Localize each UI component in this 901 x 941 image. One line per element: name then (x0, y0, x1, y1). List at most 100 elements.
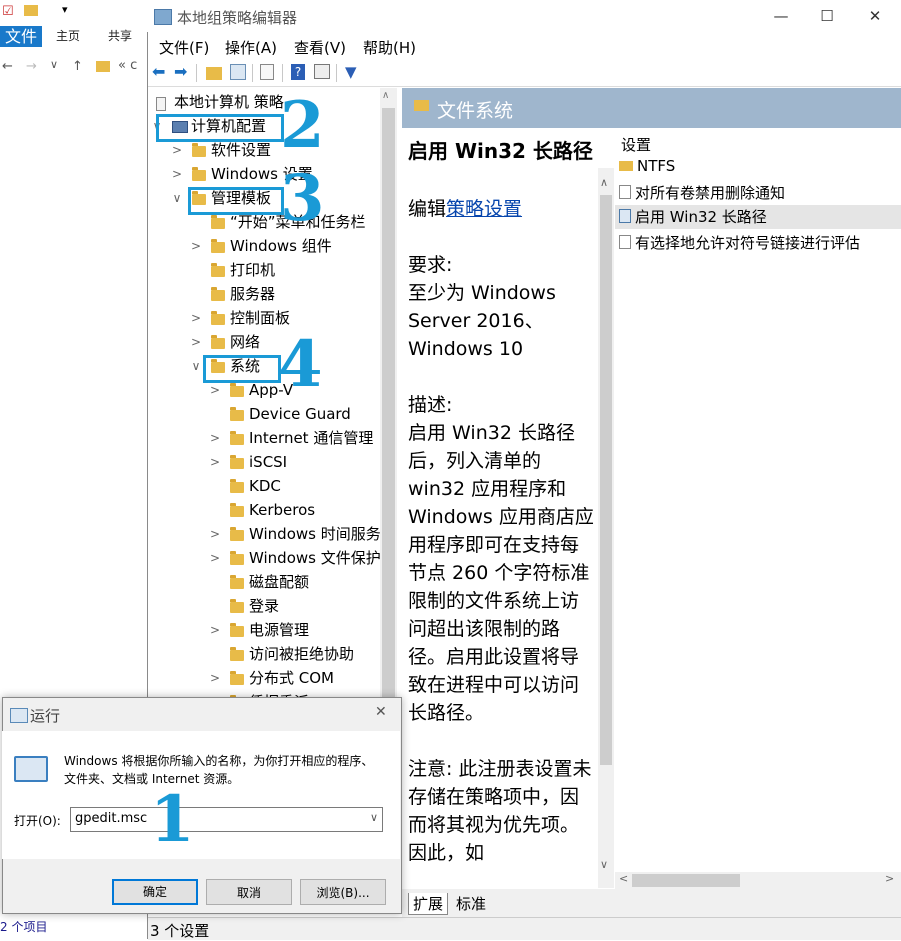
scroll-up-icon[interactable]: ∧ (382, 90, 389, 101)
tree-node-label: Internet 通信管理 (249, 429, 374, 447)
checkbox-icon[interactable]: ☑ (2, 4, 14, 19)
tree-node-label: KDC (249, 477, 281, 495)
export-list-icon[interactable] (260, 64, 274, 80)
toolbar-separator (252, 64, 253, 82)
menu-view[interactable]: 查看(V) (294, 37, 346, 58)
annotation-box-3 (188, 187, 284, 215)
folder-icon (230, 671, 244, 685)
tab-standard[interactable]: 标准 (452, 893, 490, 914)
chevron-right-icon[interactable]: > (191, 235, 201, 257)
tree-node-label: Windows 时间服务 (249, 525, 381, 543)
chevron-right-icon[interactable]: > (210, 667, 220, 689)
list-item-setting[interactable]: 对所有卷禁用删除通知 (619, 182, 785, 203)
menu-help[interactable]: 帮助(H) (363, 37, 416, 58)
show-tree-icon[interactable] (230, 64, 246, 80)
requirements-text: 至少为 Windows Server 2016、Windows 10 (408, 282, 556, 360)
gpedit-app-icon (154, 9, 172, 25)
run-close-button[interactable]: ✕ (375, 704, 387, 720)
list-item-label: 启用 Win32 长路径 (635, 208, 767, 226)
chevron-right-icon[interactable]: > (210, 619, 220, 641)
tree-node-label: Windows 组件 (230, 237, 332, 255)
list-item-selected[interactable]: 启用 Win32 长路径 (619, 206, 767, 227)
tree-node-label: Kerberos (249, 501, 316, 519)
folder-icon (230, 503, 244, 517)
run-title: 运行 (30, 707, 61, 725)
chevron-right-icon[interactable]: > (172, 163, 182, 185)
run-description: Windows 将根据你所输入的名称，为你打开相应的程序、文件夹、文档或 Int… (64, 754, 374, 786)
up-arrow-icon[interactable]: ↑ (72, 59, 83, 74)
minimize-button[interactable]: — (758, 0, 804, 32)
list-hscrollbar-thumb[interactable] (632, 874, 740, 887)
chevron-down-icon[interactable]: ∨ (191, 355, 201, 377)
folder-icon (230, 383, 244, 397)
description-text: 启用 Win32 长路径后，列入清单的 win32 应用程序和 Windows … (408, 422, 594, 724)
folder-icon (230, 575, 244, 589)
chevron-right-icon[interactable]: > (210, 547, 220, 569)
filter-icon[interactable]: ▼ (345, 64, 361, 80)
menu-action[interactable]: 操作(A) (225, 37, 277, 58)
chevron-right-icon[interactable]: > (210, 427, 220, 449)
tree-node-label: 电源管理 (249, 621, 310, 639)
tree-node-label: 访问被拒绝协助 (249, 645, 355, 663)
edit-prefix: 编辑 (408, 198, 447, 220)
forward-icon[interactable]: ➡ (174, 64, 190, 80)
scroll-right-icon[interactable]: > (885, 872, 894, 885)
back-icon[interactable]: ⬅ (152, 64, 168, 80)
ok-button[interactable]: 确定 (112, 879, 198, 905)
help-icon[interactable]: ? (291, 64, 305, 80)
list-item-setting[interactable]: 有选择地允许对符号链接进行评估 (619, 232, 860, 253)
chevron-right-icon[interactable]: > (210, 523, 220, 545)
explorer-tab-file[interactable]: 文件 (0, 26, 42, 47)
properties-icon[interactable] (314, 64, 330, 79)
desc-scroll-up-icon[interactable]: ∧ (600, 176, 608, 189)
forward-arrow-icon[interactable]: → (26, 59, 37, 74)
chevron-down-icon[interactable]: ∨ (172, 187, 182, 209)
list-item-label: NTFS (637, 157, 676, 175)
list-column-header[interactable]: 设置 (621, 134, 651, 155)
folder-icon (230, 647, 244, 661)
back-arrow-icon[interactable]: ← (2, 59, 13, 74)
view-tabs: 扩展 标准 (402, 889, 901, 917)
maximize-button[interactable]: ☐ (804, 0, 850, 32)
policy-settings-link[interactable]: 策略设置 (446, 198, 522, 220)
policy-setting-icon (619, 185, 631, 199)
chevron-right-icon[interactable]: > (210, 451, 220, 473)
description-heading: 描述: (408, 394, 453, 416)
run-command-value: gpedit.msc (75, 811, 148, 826)
tree-node-label: 软件设置 (211, 141, 272, 159)
recent-dropdown-icon[interactable]: ∨ (50, 58, 58, 71)
detail-header-title: 文件系统 (437, 100, 514, 122)
explorer-tab-home[interactable]: 主页 (56, 26, 80, 47)
tree-scrollbar-thumb[interactable] (382, 108, 395, 708)
toolbar-separator (282, 64, 283, 82)
chevron-right-icon[interactable]: > (191, 307, 201, 329)
explorer-tab-share[interactable]: 共享 (108, 26, 132, 47)
run-app-icon (10, 708, 28, 723)
folder-icon (230, 455, 244, 469)
toolbar-separator (336, 64, 337, 82)
browse-button[interactable]: 浏览(B)... (300, 879, 386, 905)
folder-icon (192, 143, 206, 157)
address-text[interactable]: « c (118, 58, 137, 73)
chevron-right-icon[interactable]: > (191, 331, 201, 353)
close-button[interactable]: ✕ (852, 0, 898, 32)
list-item-ntfs[interactable]: NTFS (619, 157, 675, 175)
policy-setting-icon (619, 235, 631, 249)
up-folder-icon[interactable] (206, 67, 222, 80)
tab-extended[interactable]: 扩展 (408, 893, 449, 915)
run-dialog-body (2, 731, 400, 859)
description-scrollbar-thumb[interactable] (600, 195, 612, 765)
run-command-input[interactable]: gpedit.msc ∨ (70, 807, 383, 832)
annotation-box-2 (156, 114, 284, 142)
scroll-left-icon[interactable]: < (619, 872, 628, 885)
chevron-down-icon[interactable]: ∨ (370, 811, 378, 824)
annotation-number-2: 2 (280, 88, 325, 163)
policy-document-icon (156, 97, 166, 111)
explorer-titlebar: ☑ ▾ (0, 0, 150, 26)
menu-file[interactable]: 文件(F) (159, 37, 209, 58)
desc-scroll-down-icon[interactable]: ∨ (600, 858, 608, 871)
cancel-button[interactable]: 取消 (206, 879, 292, 905)
dropdown-icon[interactable]: ▾ (62, 3, 68, 16)
tree-node-label: 分布式 COM (249, 669, 334, 687)
chevron-right-icon[interactable]: > (172, 139, 182, 161)
